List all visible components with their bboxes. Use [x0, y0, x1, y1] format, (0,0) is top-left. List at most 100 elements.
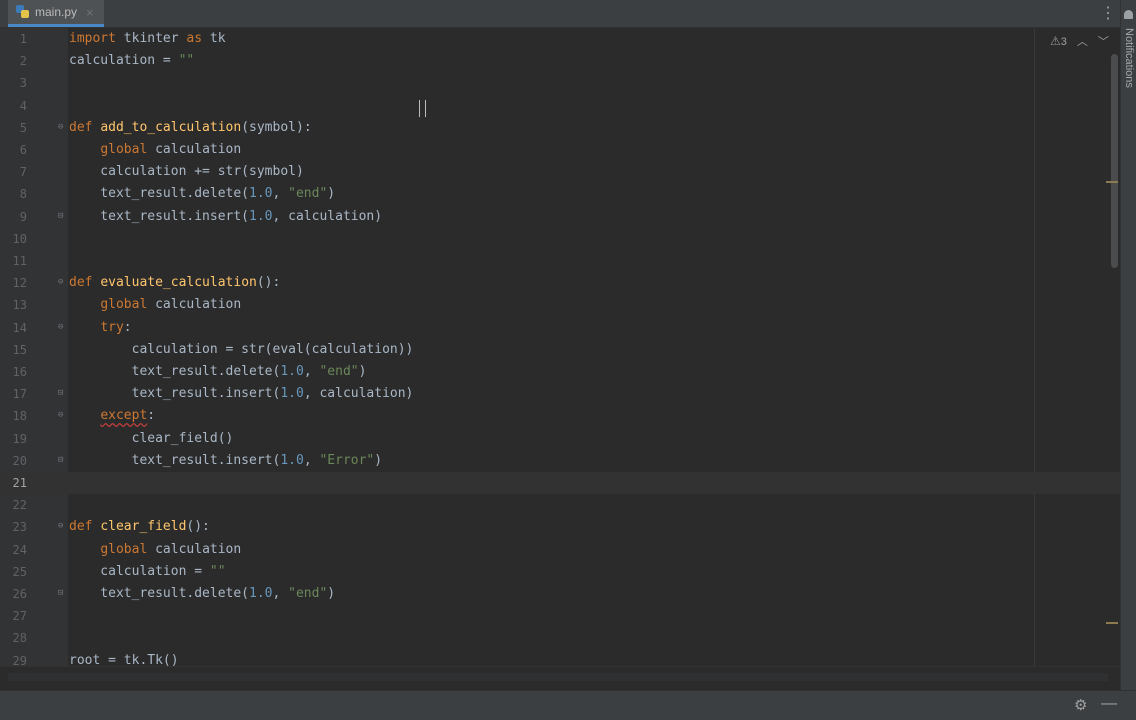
python-file-icon — [16, 5, 30, 19]
code-text: except: — [100, 408, 156, 424]
fold-end-icon[interactable]: ⊟ — [58, 211, 66, 221]
code-line[interactable]: 10 — [0, 228, 1120, 250]
code-line[interactable]: 5 ⊖ def add_to_calculation(symbol): — [0, 117, 1120, 139]
inspection-widget[interactable]: ⚠3 ︿ ﹀ — [1050, 33, 1109, 49]
code-text: global calculation — [100, 541, 242, 557]
line-number: 24 — [12, 542, 27, 557]
code-text: calculation += str(symbol) — [69, 164, 304, 180]
code-line[interactable]: 27 — [0, 605, 1120, 627]
warning-count: 3 — [1060, 36, 1067, 48]
chevron-up-icon[interactable]: ︿ — [1077, 33, 1088, 49]
fold-end-icon[interactable]: ⊟ — [58, 589, 66, 598]
code-text: text_result.delete(1.0, "end") — [69, 364, 367, 379]
code-line[interactable]: 28 — [0, 627, 1120, 649]
text-cursor-icon — [419, 100, 426, 117]
code-line[interactable]: 23 ⊖ def clear_field(): — [0, 516, 1120, 538]
code-line[interactable]: 3 — [0, 72, 1120, 94]
line-number: 16 — [12, 365, 27, 379]
tab-main-py[interactable]: main.py × — [8, 0, 104, 27]
minimize-icon[interactable]: — — [1101, 695, 1117, 713]
line-number: 28 — [12, 631, 27, 646]
line-number: 26 — [12, 587, 27, 601]
notifications-tool-button[interactable]: Notifications — [1123, 28, 1135, 88]
code-line[interactable]: 22 — [0, 494, 1120, 516]
bell-icon[interactable] — [1124, 10, 1133, 19]
code-line[interactable]: 12 ⊖ def evaluate_calculation(): — [0, 272, 1120, 294]
horizontal-scrollbar[interactable] — [8, 673, 1108, 681]
code-line[interactable]: 1 import tkinter as tk — [0, 28, 1120, 50]
line-number: 3 — [19, 76, 27, 91]
code-line[interactable]: 9 ⊟ text_result.insert(1.0, calculation) — [0, 206, 1120, 228]
code-line[interactable]: 16 text_result.delete(1.0, "end") — [0, 361, 1120, 383]
code-text: def clear_field(): — [69, 519, 210, 535]
code-line[interactable]: 20 ⊟ text_result.insert(1.0, "Error") — [0, 450, 1120, 472]
code-text: try: — [100, 319, 132, 335]
line-number: 1 — [19, 32, 27, 46]
line-number: 15 — [12, 342, 27, 357]
editor-tab-bar: main.py × ⋮ — [0, 0, 1120, 28]
code-line[interactable]: 14 ⊖ try: — [0, 317, 1120, 339]
line-number: 12 — [12, 276, 27, 291]
line-number: 25 — [12, 564, 27, 579]
close-icon[interactable]: × — [86, 5, 94, 20]
line-number: 21 — [12, 476, 27, 490]
line-number: 20 — [12, 453, 27, 468]
code-line[interactable]: 17 ⊟ text_result.insert(1.0, calculation) — [0, 383, 1120, 405]
line-number: 11 — [12, 254, 27, 268]
fold-collapse-icon[interactable]: ⊖ — [58, 411, 66, 420]
status-bar: ⚙ — — [0, 690, 1136, 720]
line-number: 17 — [12, 387, 27, 402]
line-number: 6 — [19, 143, 27, 157]
error-stripe-mark[interactable] — [1106, 622, 1118, 624]
gear-icon[interactable]: ⚙ — [1074, 696, 1087, 714]
code-line[interactable]: 21 — [0, 472, 1120, 494]
code-text: text_result.delete(1.0, "end") — [69, 586, 336, 601]
code-line[interactable]: 11 — [0, 250, 1120, 272]
code-line[interactable]: 6 global calculation — [0, 139, 1120, 161]
tab-label: main.py — [35, 5, 78, 19]
code-line[interactable]: 18 ⊖ except: — [0, 405, 1120, 427]
code-text: calculation = "" — [69, 53, 195, 69]
line-number: 18 — [12, 409, 27, 424]
code-line[interactable]: 4 — [0, 95, 1120, 117]
line-number: 22 — [12, 498, 27, 513]
code-text: global calculation — [100, 142, 242, 157]
code-line[interactable]: 26 ⊟ text_result.delete(1.0, "end") — [0, 583, 1120, 605]
code-line[interactable]: 19 clear_field() — [0, 428, 1120, 450]
code-line[interactable]: 7 calculation += str(symbol) — [0, 161, 1120, 183]
code-text: def add_to_calculation(symbol): — [69, 119, 312, 135]
code-text: calculation = "" — [69, 563, 226, 579]
code-line[interactable]: 2 calculation = "" — [0, 50, 1120, 72]
code-line[interactable]: 25 calculation = "" — [0, 561, 1120, 583]
line-number: 8 — [19, 187, 27, 202]
error-stripe-mark[interactable] — [1106, 181, 1118, 183]
chevron-down-icon[interactable]: ﹀ — [1098, 33, 1109, 49]
line-number: 7 — [19, 165, 27, 180]
fold-collapse-icon[interactable]: ⊖ — [58, 122, 66, 132]
line-number: 4 — [19, 98, 27, 113]
code-line[interactable]: 15 calculation = str(eval(calculation)) — [0, 339, 1120, 361]
fold-collapse-icon[interactable]: ⊖ — [58, 522, 66, 531]
code-text: global calculation — [100, 297, 242, 313]
code-text: clear_field() — [69, 430, 234, 446]
fold-end-icon[interactable]: ⊟ — [58, 455, 66, 465]
code-text: text_result.insert(1.0, calculation) — [69, 386, 414, 402]
line-number: 2 — [19, 54, 27, 69]
vertical-scrollbar[interactable] — [1111, 54, 1118, 268]
code-text: calculation = str(eval(calculation)) — [69, 341, 414, 357]
code-text: def evaluate_calculation(): — [69, 275, 281, 291]
line-number: 5 — [19, 120, 27, 135]
code-line[interactable]: 13 global calculation — [0, 294, 1120, 316]
line-number: 14 — [12, 320, 27, 335]
line-number: 10 — [12, 231, 27, 246]
fold-collapse-icon[interactable]: ⊖ — [58, 278, 66, 287]
code-text: text_result.insert(1.0, calculation) — [69, 208, 383, 224]
right-tool-strip: Notifications — [1120, 0, 1136, 690]
more-options-icon[interactable]: ⋮ — [1100, 4, 1116, 24]
code-line[interactable]: 8 text_result.delete(1.0, "end") — [0, 183, 1120, 205]
fold-collapse-icon[interactable]: ⊖ — [58, 322, 66, 332]
code-line[interactable]: 24 global calculation — [0, 539, 1120, 561]
line-number: 13 — [12, 298, 27, 313]
line-number: 27 — [12, 609, 27, 624]
fold-end-icon[interactable]: ⊟ — [58, 389, 66, 398]
